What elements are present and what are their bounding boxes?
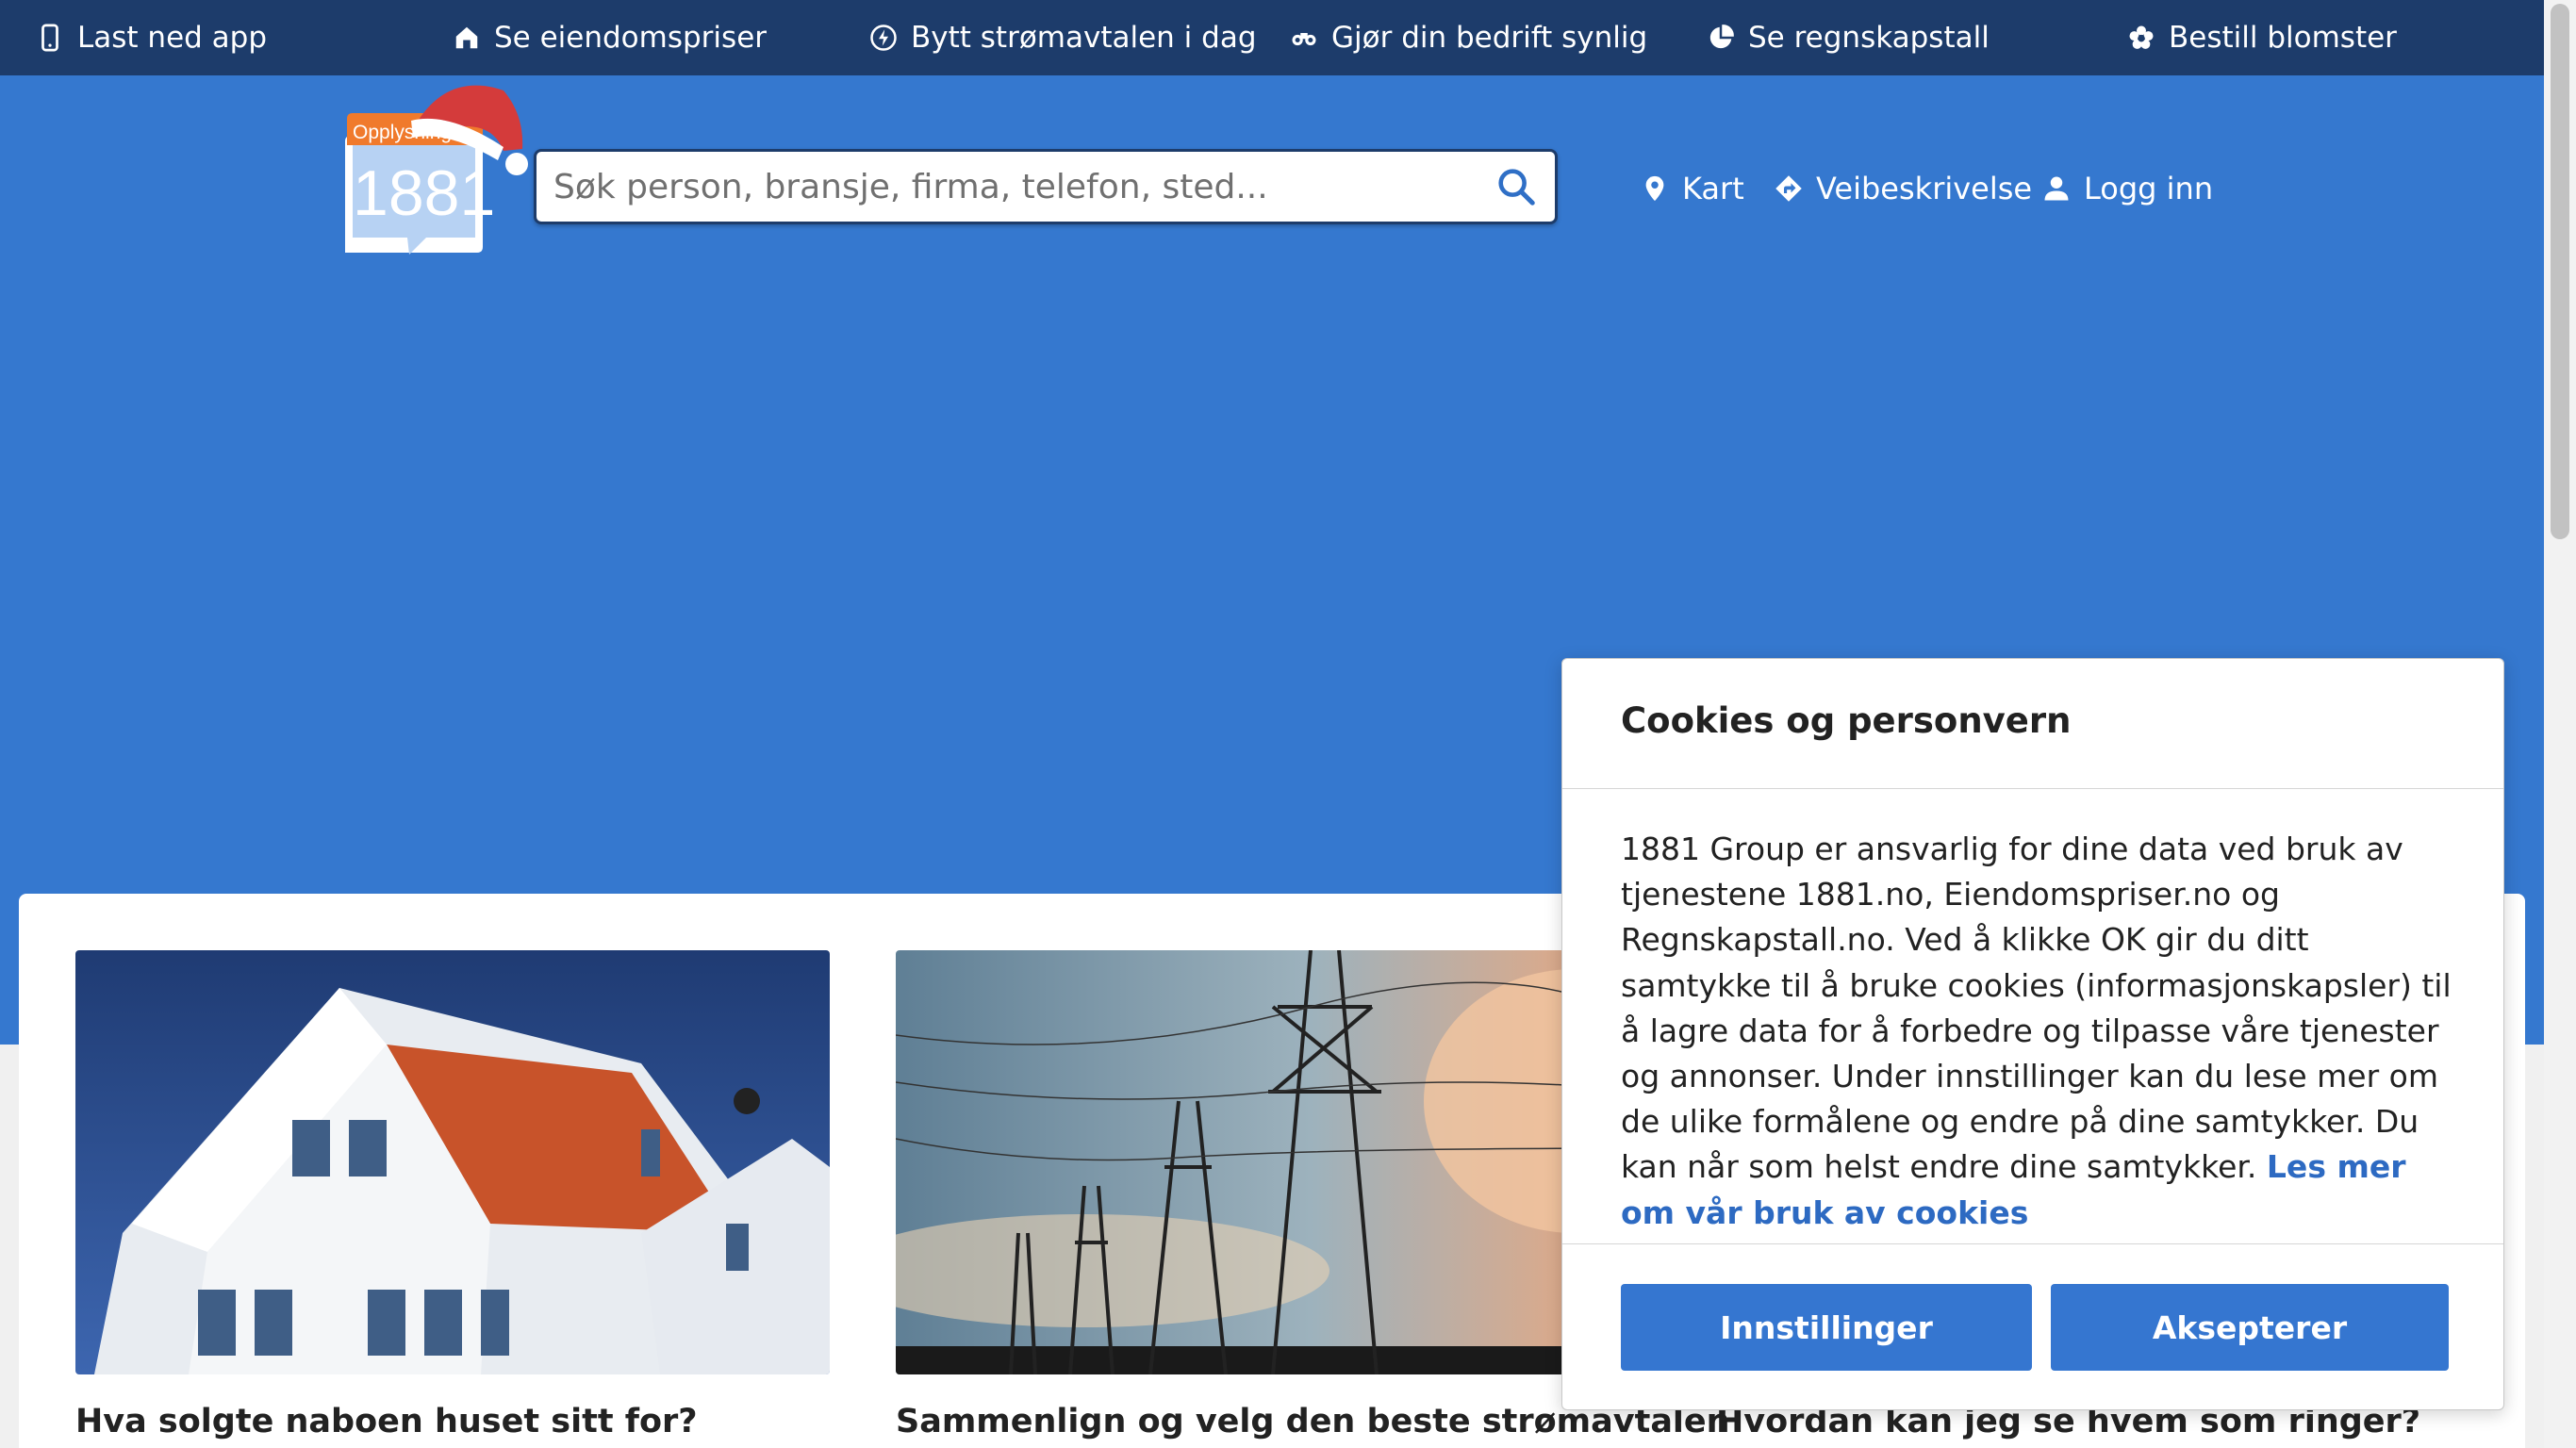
top-utility-bar: Last ned app Se eiendomspriser Bytt strø…	[0, 0, 2544, 75]
article-card-property[interactable]: Hva solgte naboen huset sitt for?	[75, 950, 830, 1440]
topbar-link-property-prices[interactable]: Se eiendomspriser	[453, 0, 767, 75]
directions-icon	[1775, 175, 1802, 202]
search-button[interactable]	[1494, 165, 1538, 208]
topbar-link-label: Bytt strømavtalen i dag	[911, 21, 1257, 55]
topbar-link-label: Last ned app	[77, 21, 268, 55]
search-icon	[1498, 169, 1535, 206]
nav-label: Kart	[1682, 171, 1744, 206]
settings-button[interactable]: Innstillinger	[1621, 1284, 2032, 1371]
topbar-link-label: Gjør din bedrift synlig	[1331, 21, 1648, 55]
cookie-dialog-body: 1881 Group er ansvarlig for dine data ve…	[1562, 789, 2503, 1244]
cookie-dialog-header: Cookies og personvern	[1562, 659, 2503, 789]
nav-label: Logg inn	[2084, 171, 2214, 206]
pie-chart-icon	[1709, 25, 1734, 49]
nav-login[interactable]: Logg inn	[2042, 151, 2213, 226]
topbar-link-label: Se eiendomspriser	[494, 21, 768, 55]
topbar-link-app[interactable]: Last ned app	[36, 0, 267, 75]
article-title: Hva solgte naboen huset sitt for?	[75, 1403, 698, 1440]
topbar-link-flowers[interactable]: Bestill blomster	[2127, 0, 2397, 75]
accept-button[interactable]: Aksepterer	[2051, 1284, 2449, 1371]
nav-label: Veibeskrivelse	[1816, 171, 2033, 206]
cookie-dialog: Cookies og personvern 1881 Group er ansv…	[1561, 658, 2504, 1410]
map-pin-icon	[1645, 175, 1664, 202]
logo-graphic: Opplysning 1881	[345, 85, 528, 255]
user-icon	[2044, 176, 2069, 201]
topbar-link-label: Se regnskapstall	[1748, 21, 1990, 55]
lightning-icon	[870, 25, 897, 51]
search-input[interactable]	[553, 152, 1459, 222]
article-image-power-lines	[896, 950, 1650, 1374]
topbar-link-label: Bestill blomster	[2169, 21, 2397, 55]
nav-directions[interactable]: Veibeskrivelse	[1775, 151, 2032, 226]
topbar-link-business[interactable]: Gjør din bedrift synlig	[1290, 0, 1647, 75]
page-scrollbar[interactable]	[2544, 0, 2576, 1448]
logo-1881[interactable]: Opplysning 1881	[345, 79, 534, 255]
binoculars-icon	[1292, 33, 1316, 46]
topbar-link-power-deal[interactable]: Bytt strømavtalen i dag	[869, 0, 1257, 75]
search-box	[534, 149, 1558, 224]
house-icon	[455, 26, 478, 49]
article-card-power[interactable]: Sammenlign og velg den beste strømavtale…	[896, 950, 1730, 1440]
phone-icon	[41, 24, 58, 52]
scrollbar-thumb[interactable]	[2551, 4, 2569, 539]
article-title: Sammenlign og velg den beste strømavtale…	[896, 1403, 1730, 1440]
topbar-link-accounts[interactable]: Se regnskapstall	[1707, 0, 1990, 75]
nav-map[interactable]: Kart	[1641, 151, 1744, 226]
flower-icon	[2129, 25, 2154, 49]
logo-number-text: 1881	[353, 157, 495, 229]
cookie-dialog-title: Cookies og personvern	[1621, 700, 2072, 741]
cookie-dialog-text: 1881 Group er ansvarlig for dine data ve…	[1621, 831, 2452, 1186]
article-image-white-house	[75, 950, 830, 1374]
cookie-dialog-footer: Innstillinger Aksepterer	[1562, 1244, 2503, 1410]
